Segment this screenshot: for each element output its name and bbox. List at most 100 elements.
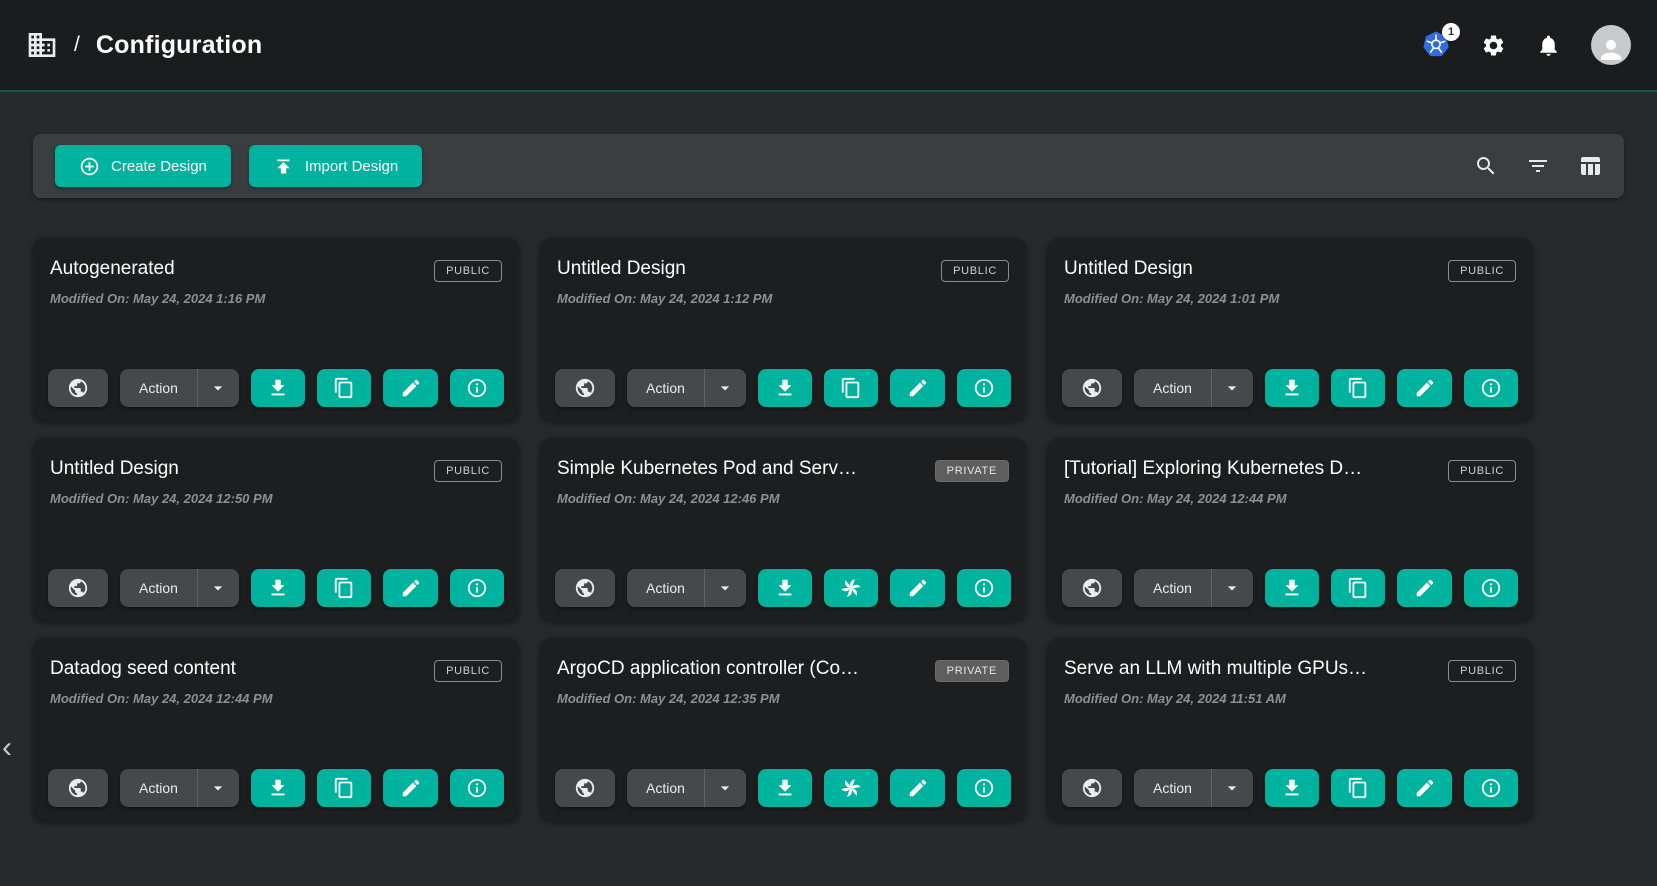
action-dropdown-toggle[interactable]	[1211, 569, 1253, 607]
clone-button[interactable]	[1331, 569, 1385, 607]
action-button[interactable]: Action	[1134, 569, 1211, 607]
info-button[interactable]	[1464, 369, 1518, 407]
action-dropdown-toggle[interactable]	[704, 569, 746, 607]
design-card: Simple Kubernetes Pod and Serv… PRIVATE …	[540, 438, 1026, 621]
toolbar-buttons: Create Design Import Design	[55, 145, 422, 187]
pencil-icon	[907, 377, 929, 399]
publish-globe-button[interactable]	[48, 769, 108, 807]
action-button[interactable]: Action	[120, 769, 197, 807]
info-icon	[973, 377, 995, 399]
organization-building-icon[interactable]	[26, 29, 58, 61]
edit-button[interactable]	[890, 569, 944, 607]
kubernetes-context-button[interactable]: 1	[1421, 30, 1451, 60]
download-button[interactable]	[251, 569, 305, 607]
download-button[interactable]	[758, 569, 812, 607]
action-dropdown-toggle[interactable]	[704, 369, 746, 407]
filter-icon[interactable]	[1526, 154, 1550, 178]
page-title: Configuration	[96, 31, 262, 60]
action-dropdown-toggle[interactable]	[1211, 769, 1253, 807]
globe-icon	[1081, 377, 1103, 399]
import-design-button[interactable]: Import Design	[249, 145, 422, 187]
download-button[interactable]	[1265, 769, 1319, 807]
create-design-label: Create Design	[111, 158, 207, 175]
notifications-bell-icon[interactable]	[1536, 33, 1561, 58]
edit-button[interactable]	[383, 769, 437, 807]
info-button[interactable]	[450, 769, 504, 807]
publish-globe-button[interactable]	[555, 569, 615, 607]
action-dropdown-toggle[interactable]	[1211, 369, 1253, 407]
download-button[interactable]	[1265, 569, 1319, 607]
download-button[interactable]	[251, 769, 305, 807]
clone-button[interactable]	[317, 369, 371, 407]
table-view-icon[interactable]	[1578, 154, 1602, 178]
publish-globe-button[interactable]	[555, 769, 615, 807]
publish-globe-button[interactable]	[1062, 569, 1122, 607]
design-card: Autogenerated PUBLIC Modified On: May 24…	[33, 238, 519, 421]
publish-globe-button[interactable]	[1062, 369, 1122, 407]
chevron-down-icon	[208, 778, 228, 798]
action-button[interactable]: Action	[1134, 369, 1211, 407]
info-button[interactable]	[1464, 569, 1518, 607]
card-actions: Action	[1062, 769, 1518, 807]
download-icon	[267, 377, 289, 399]
pencil-icon	[907, 577, 929, 599]
user-avatar[interactable]	[1591, 25, 1631, 65]
edit-button[interactable]	[1397, 769, 1451, 807]
design-card: Untitled Design PUBLIC Modified On: May …	[540, 238, 1026, 421]
design-title: Untitled Design	[557, 258, 686, 280]
action-button[interactable]: Action	[627, 569, 704, 607]
edit-button[interactable]	[1397, 369, 1451, 407]
download-button[interactable]	[758, 769, 812, 807]
action-button[interactable]: Action	[627, 769, 704, 807]
copy-icon	[333, 577, 355, 599]
create-design-button[interactable]: Create Design	[55, 145, 231, 187]
info-button[interactable]	[957, 769, 1011, 807]
action-button[interactable]: Action	[1134, 769, 1211, 807]
modified-date: Modified On: May 24, 2024 1:12 PM	[557, 291, 1009, 306]
info-button[interactable]	[957, 369, 1011, 407]
clone-button[interactable]	[824, 369, 878, 407]
edit-button[interactable]	[890, 369, 944, 407]
edit-button[interactable]	[383, 569, 437, 607]
settings-gear-icon[interactable]	[1481, 33, 1506, 58]
clone-button[interactable]	[317, 769, 371, 807]
publish-globe-button[interactable]	[48, 569, 108, 607]
search-icon[interactable]	[1474, 154, 1498, 178]
action-dropdown-toggle[interactable]	[197, 769, 239, 807]
info-button[interactable]	[957, 569, 1011, 607]
download-button[interactable]	[758, 369, 812, 407]
edit-button[interactable]	[1397, 569, 1451, 607]
pencil-icon	[907, 777, 929, 799]
clone-button[interactable]	[1331, 769, 1385, 807]
edit-button[interactable]	[383, 369, 437, 407]
action-dropdown-toggle[interactable]	[197, 569, 239, 607]
pencil-icon	[400, 577, 422, 599]
action-dropdown-toggle[interactable]	[197, 369, 239, 407]
clone-button[interactable]	[1331, 369, 1385, 407]
download-button[interactable]	[251, 369, 305, 407]
drawer-collapse-toggle[interactable]: ‹	[2, 733, 12, 763]
chevron-down-icon	[208, 378, 228, 398]
action-split-button: Action	[120, 769, 239, 807]
upload-icon	[273, 156, 294, 177]
info-button[interactable]	[1464, 769, 1518, 807]
publish-globe-button[interactable]	[555, 369, 615, 407]
design-spark-button[interactable]	[824, 769, 878, 807]
action-split-button: Action	[627, 369, 746, 407]
publish-globe-button[interactable]	[48, 369, 108, 407]
kubernetes-context-badge: 1	[1442, 23, 1460, 41]
download-button[interactable]	[1265, 369, 1319, 407]
edit-button[interactable]	[890, 769, 944, 807]
action-button[interactable]: Action	[120, 369, 197, 407]
info-button[interactable]	[450, 369, 504, 407]
action-button[interactable]: Action	[627, 369, 704, 407]
download-icon	[774, 377, 796, 399]
clone-button[interactable]	[317, 569, 371, 607]
info-button[interactable]	[450, 569, 504, 607]
card-actions: Action	[48, 569, 504, 607]
action-dropdown-toggle[interactable]	[704, 769, 746, 807]
publish-globe-button[interactable]	[1062, 769, 1122, 807]
breadcrumb: / Configuration	[26, 29, 262, 61]
design-spark-button[interactable]	[824, 569, 878, 607]
action-button[interactable]: Action	[120, 569, 197, 607]
